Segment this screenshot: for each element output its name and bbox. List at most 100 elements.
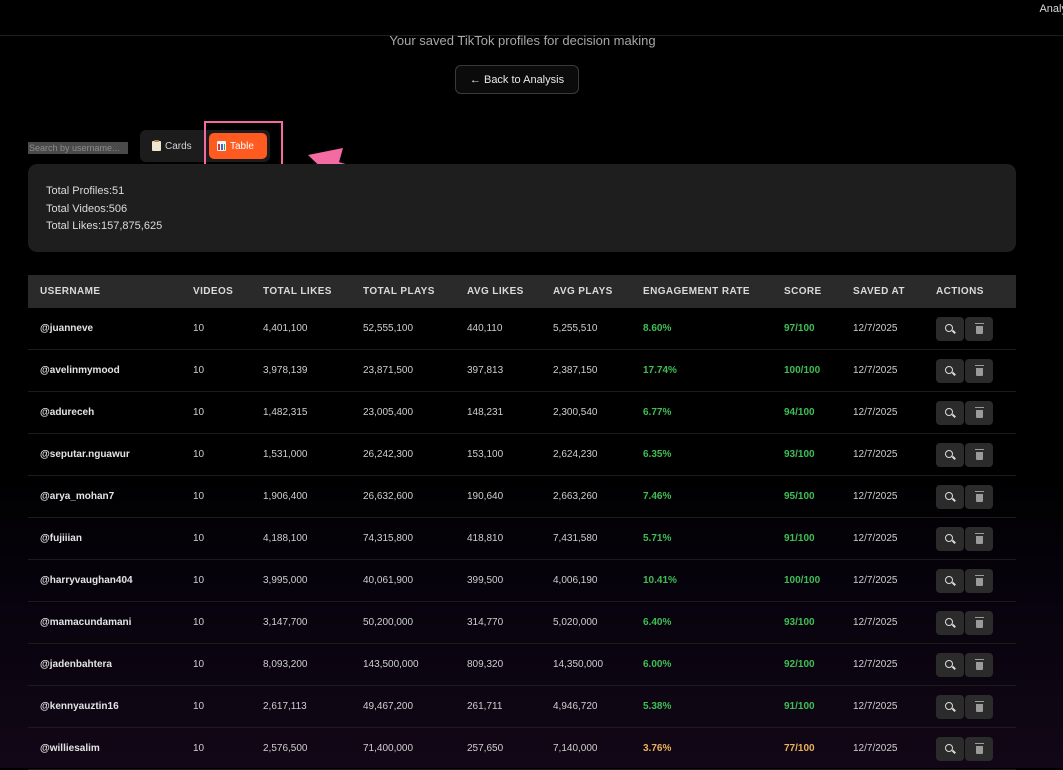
delete-button[interactable]	[965, 568, 993, 593]
view-button[interactable]	[936, 736, 964, 761]
view-button[interactable]	[936, 358, 964, 383]
total-likes-stat: Total Likes:157,875,625	[46, 220, 163, 232]
magnifier-icon	[945, 491, 953, 500]
view-button[interactable]	[936, 568, 964, 593]
username-cell: @adureceh	[28, 391, 181, 434]
column-header-avg-plays[interactable]: AVG PLAYS	[541, 275, 631, 308]
table-row[interactable]: @juanneve 10 4,401,100 52,555,100 440,110 5,2…	[28, 308, 1016, 350]
videos-cell: 10	[181, 643, 251, 686]
total-profiles-stat: Total Profiles:51	[46, 185, 125, 197]
score-cell: 97/100	[772, 308, 841, 350]
actions-cell	[924, 308, 1016, 350]
total-videos-stat: Total Videos:506	[46, 202, 128, 215]
total-plays-cell: 50,200,000	[351, 601, 455, 644]
table-row[interactable]: @jadenbahtera 10 8,093,200 143,500,000 809,3…	[28, 643, 1016, 686]
videos-cell: 10	[181, 727, 251, 770]
actions-cell	[924, 349, 1016, 392]
delete-button[interactable]	[965, 652, 993, 677]
column-header-avg-likes[interactable]: AVG LIKES	[455, 275, 541, 308]
view-button[interactable]	[936, 694, 964, 719]
saved-at-cell: 12/7/2025	[841, 433, 924, 476]
table-row[interactable]: @adureceh 10 1,482,315 23,005,400 148,231 2,3…	[28, 391, 1016, 434]
column-header-total-plays[interactable]: TOTAL PLAYS	[351, 275, 455, 308]
table-row[interactable]: @arya_mohan7 10 1,906,400 26,632,600 190,640…	[28, 475, 1016, 518]
actions-cell	[924, 601, 1016, 644]
delete-button[interactable]	[965, 316, 993, 341]
delete-button[interactable]	[965, 694, 993, 719]
saved-at-cell: 12/7/2025	[841, 685, 924, 728]
videos-cell: 10	[181, 685, 251, 728]
delete-button[interactable]	[965, 610, 993, 635]
avg-plays-cell: 5,020,000	[541, 601, 631, 644]
profiles-table-container: USERNAME VIDEOS TOTAL LIKES TOTAL PLAYS …	[28, 275, 1016, 770]
table-row[interactable]: @seputar.nguawur 10 1,531,000 26,242,300 153…	[28, 433, 1016, 476]
column-header-username[interactable]: USERNAME	[28, 275, 181, 308]
trash-icon	[974, 364, 984, 376]
view-button[interactable]	[936, 652, 964, 677]
actions-cell	[924, 391, 1016, 434]
column-header-saved-at[interactable]: SAVED AT	[841, 275, 924, 308]
total-plays-cell: 26,242,300	[351, 433, 455, 476]
magnifier-icon	[945, 323, 953, 332]
engagement-rate-cell: 8.60%	[631, 308, 772, 350]
engagement-rate-cell: 5.71%	[631, 517, 772, 560]
table-row[interactable]: @kennyauztin16 10 2,617,113 49,467,200 261,7…	[28, 685, 1016, 728]
stats-summary-panel: Total Profiles:51 Total Videos:506 Total…	[28, 164, 1016, 252]
videos-cell: 10	[181, 349, 251, 392]
avg-plays-cell: 7,431,580	[541, 517, 631, 560]
engagement-rate-cell: 6.00%	[631, 643, 772, 686]
table-body: @juanneve 10 4,401,100 52,555,100 440,110 5,2…	[28, 308, 1016, 770]
score-cell: 93/100	[772, 601, 841, 644]
table-row[interactable]: @harryvaughan404 10 3,995,000 40,061,900 399…	[28, 559, 1016, 602]
actions-cell	[924, 643, 1016, 686]
total-likes-cell: 3,995,000	[251, 559, 351, 602]
table-row[interactable]: @fujiiian 10 4,188,100 74,315,800 418,810 7,4…	[28, 517, 1016, 560]
total-likes-cell: 8,093,200	[251, 643, 351, 686]
delete-button[interactable]	[965, 526, 993, 551]
total-plays-cell: 52,555,100	[351, 308, 455, 350]
avg-likes-cell: 190,640	[455, 475, 541, 518]
engagement-rate-cell: 6.40%	[631, 601, 772, 644]
videos-cell: 10	[181, 391, 251, 434]
actions-cell	[924, 559, 1016, 602]
magnifier-icon	[945, 617, 953, 626]
score-cell: 100/100	[772, 349, 841, 392]
score-cell: 91/100	[772, 685, 841, 728]
videos-cell: 10	[181, 517, 251, 560]
avg-likes-cell: 397,813	[455, 349, 541, 392]
delete-button[interactable]	[965, 736, 993, 761]
view-button[interactable]	[936, 526, 964, 551]
column-header-total-likes[interactable]: TOTAL LIKES	[251, 275, 351, 308]
view-button[interactable]	[936, 316, 964, 341]
score-cell: 92/100	[772, 643, 841, 686]
videos-cell: 10	[181, 601, 251, 644]
view-button[interactable]	[936, 610, 964, 635]
trash-icon	[974, 616, 984, 628]
avg-plays-cell: 4,006,190	[541, 559, 631, 602]
delete-button[interactable]	[965, 400, 993, 425]
view-button[interactable]	[936, 442, 964, 467]
column-header-score[interactable]: SCORE	[772, 275, 841, 308]
column-header-engagement-rate[interactable]: ENGAGEMENT RATE	[631, 275, 772, 308]
delete-button[interactable]	[965, 358, 993, 383]
total-likes-cell: 1,906,400	[251, 475, 351, 518]
delete-button[interactable]	[965, 442, 993, 467]
avg-likes-cell: 418,810	[455, 517, 541, 560]
view-button[interactable]	[936, 400, 964, 425]
avg-plays-cell: 2,624,230	[541, 433, 631, 476]
username-cell: @williesalim	[28, 727, 181, 770]
saved-at-cell: 12/7/2025	[841, 308, 924, 350]
saved-at-cell: 12/7/2025	[841, 391, 924, 434]
table-row[interactable]: @avelinmymood 10 3,978,139 23,871,500 397,81…	[28, 349, 1016, 392]
saved-at-cell: 12/7/2025	[841, 475, 924, 518]
table-row[interactable]: @mamacundamani 10 3,147,700 50,200,000 314,7…	[28, 601, 1016, 644]
saved-at-cell: 12/7/2025	[841, 643, 924, 686]
column-header-videos[interactable]: VIDEOS	[181, 275, 251, 308]
table-row[interactable]: @williesalim 10 2,576,500 71,400,000 257,650…	[28, 727, 1016, 770]
delete-button[interactable]	[965, 484, 993, 509]
view-button[interactable]	[936, 484, 964, 509]
avg-plays-cell: 7,140,000	[541, 727, 631, 770]
saved-at-cell: 12/7/2025	[841, 601, 924, 644]
avg-plays-cell: 2,663,260	[541, 475, 631, 518]
videos-cell: 10	[181, 308, 251, 350]
